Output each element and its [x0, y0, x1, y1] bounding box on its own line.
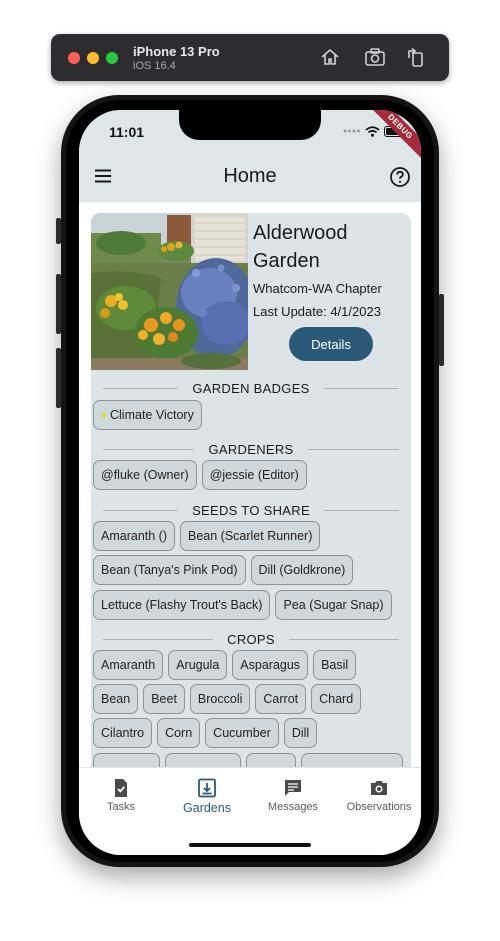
simulator-stage: iPhone 13 Pro iOS 16.4 11:01 DEBUG Home …: [0, 0, 500, 941]
status-time: 11:01: [109, 124, 145, 140]
home-indicator: [189, 843, 311, 847]
wifi-icon: [365, 125, 380, 137]
help-icon[interactable]: [389, 166, 411, 188]
minimize-window-button[interactable]: [87, 52, 99, 64]
crop-chip[interactable]: Asparagus: [232, 650, 309, 680]
screenshot-icon[interactable]: [364, 46, 386, 68]
badge-chips: Climate Victory: [93, 400, 202, 430]
nav-gardens-label: Gardens: [183, 801, 231, 815]
section-crops-title: CROPS: [227, 632, 275, 647]
badge-chip[interactable]: Climate Victory: [93, 400, 202, 430]
garden-card[interactable]: Alderwood Garden Whatcom-WA Chapter Last…: [91, 213, 411, 767]
crop-chip[interactable]: Amaranth: [93, 650, 164, 680]
crop-chips-row-2: Bean Beet Broccoli Carrot Chard: [93, 684, 362, 714]
gardens-icon: [198, 778, 216, 798]
crop-chip[interactable]: Cilantro: [93, 718, 153, 748]
crop-chip-partial[interactable]: [246, 753, 296, 767]
section-crops-header: CROPS: [103, 632, 400, 647]
section-seeds-header: SEEDS TO SHARE: [103, 503, 399, 518]
nav-observations-label: Observations: [346, 801, 412, 813]
seed-chips-row-3: Lettuce (Flashy Trout's Back) Pea (Sugar…: [93, 590, 392, 620]
gardener-chips: @fluke (Owner) @jessie (Editor): [93, 460, 307, 490]
section-badges-header: GARDEN BADGES: [103, 381, 400, 396]
crop-chip[interactable]: Dill: [283, 718, 318, 748]
crop-chip[interactable]: Beet: [143, 684, 185, 714]
gardener-chip[interactable]: @fluke (Owner): [93, 460, 197, 490]
rotate-icon[interactable]: [405, 46, 427, 68]
nav-messages[interactable]: Messages: [251, 778, 335, 813]
crop-chips-row-1: Amaranth Arugula Asparagus Basil: [93, 650, 357, 680]
crop-chip-partial[interactable]: [93, 753, 160, 767]
mute-switch: [56, 218, 61, 244]
page-title: Home: [223, 165, 277, 187]
crop-chip[interactable]: Chard: [311, 684, 362, 714]
section-seeds-title: SEEDS TO SHARE: [192, 503, 310, 518]
crop-chip-partial[interactable]: [165, 753, 241, 767]
camera-icon: [371, 781, 387, 795]
section-badges-title: GARDEN BADGES: [192, 381, 310, 396]
crop-chip[interactable]: Cucumber: [205, 718, 279, 748]
tasks-icon: [115, 779, 127, 797]
cellular-icon: [343, 129, 360, 133]
simulator-os-version: iOS 16.4: [133, 60, 176, 72]
nav-messages-label: Messages: [267, 801, 319, 813]
crop-chip[interactable]: Corn: [157, 718, 201, 748]
crop-chips-row-4: [93, 753, 403, 767]
zoom-window-button[interactable]: [106, 52, 118, 64]
garden-list[interactable]: Alderwood Garden Whatcom-WA Chapter Last…: [79, 202, 421, 767]
notch: [179, 110, 321, 140]
gardener-chip[interactable]: @jessie (Editor): [201, 460, 307, 490]
seed-chips-row-1: Amaranth () Bean (Scarlet Runner): [93, 521, 321, 551]
crop-chips-row-3: Cilantro Corn Cucumber Dill: [93, 718, 318, 748]
volume-up-button: [56, 274, 61, 334]
garden-last-update: Last Update: 4/1/2023: [253, 304, 381, 319]
nav-tasks[interactable]: Tasks: [79, 778, 163, 813]
top-bar: 11:01 DEBUG Home: [79, 110, 421, 202]
phone-screen: 11:01 DEBUG Home Alderwood Garden Whatco…: [79, 110, 421, 855]
power-button: [439, 294, 444, 366]
crop-chip[interactable]: Arugula: [168, 650, 228, 680]
bottom-navigation: Tasks Gardens Messages Observations: [79, 767, 421, 855]
simulator-device-name: iPhone 13 Pro: [133, 44, 220, 59]
section-gardeners-header: GARDENERS: [103, 442, 399, 457]
garden-photo: [91, 213, 248, 370]
home-icon[interactable]: [319, 46, 341, 68]
messages-icon: [285, 780, 301, 796]
crop-chip[interactable]: Bean: [93, 684, 139, 714]
details-button[interactable]: Details: [289, 327, 373, 361]
nav-observations[interactable]: Observations: [337, 778, 421, 813]
close-window-button[interactable]: [68, 52, 80, 64]
section-gardeners-title: GARDENERS: [208, 442, 294, 457]
seed-chip[interactable]: Pea (Sugar Snap): [275, 590, 392, 620]
seed-chips-row-2: Bean (Tanya's Pink Pod) Dill (Goldkrone): [93, 555, 354, 585]
simulator-title-bar: iPhone 13 Pro iOS 16.4: [51, 34, 449, 81]
nav-tasks-label: Tasks: [106, 801, 136, 813]
garden-chapter: Whatcom-WA Chapter: [253, 281, 382, 296]
seed-chip[interactable]: Bean (Tanya's Pink Pod): [93, 555, 246, 585]
badge-dot-icon: [101, 412, 106, 418]
nav-gardens[interactable]: Gardens: [165, 778, 249, 815]
garden-name: Alderwood Garden: [253, 222, 348, 272]
seed-chip[interactable]: Amaranth (): [93, 521, 175, 551]
crop-chip[interactable]: Broccoli: [189, 684, 251, 714]
crop-chip[interactable]: Carrot: [255, 684, 307, 714]
seed-chip[interactable]: Dill (Goldkrone): [250, 555, 354, 585]
volume-down-button: [56, 348, 61, 408]
seed-chip[interactable]: Lettuce (Flashy Trout's Back): [93, 590, 271, 620]
seed-chip[interactable]: Bean (Scarlet Runner): [180, 521, 321, 551]
crop-chip[interactable]: Basil: [313, 650, 357, 680]
crop-chip-partial[interactable]: [301, 753, 403, 767]
